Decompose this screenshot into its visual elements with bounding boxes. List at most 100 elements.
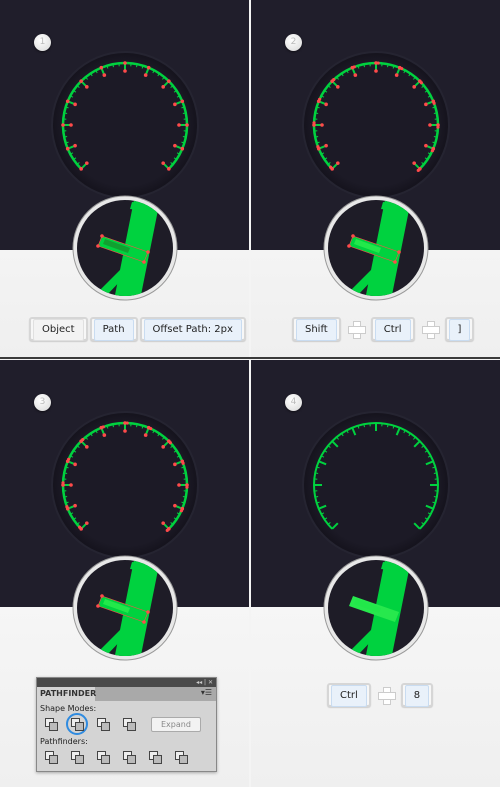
step-4-panel: 4 Ctrl 8 bbox=[251, 360, 500, 787]
minor-tick bbox=[112, 424, 114, 428]
step-badge: 4 bbox=[285, 394, 302, 411]
minor-tick bbox=[433, 112, 437, 114]
anchor-point bbox=[61, 123, 65, 127]
anchor-point bbox=[416, 168, 420, 172]
tab-pathfinder[interactable]: PATHFINDER bbox=[37, 687, 96, 701]
anchor-point bbox=[432, 101, 436, 105]
minor-tick bbox=[112, 64, 114, 68]
anchor-point bbox=[394, 73, 399, 77]
dial-disc bbox=[304, 53, 448, 197]
anchor-point bbox=[424, 102, 428, 107]
anchor-point bbox=[99, 65, 104, 70]
anchor-point bbox=[332, 78, 336, 82]
key-path: Path bbox=[89, 317, 138, 341]
anchor-point bbox=[78, 525, 82, 529]
minor-tick bbox=[64, 472, 68, 474]
shape-modes-label: Shape Modes: bbox=[40, 704, 97, 713]
minor-tick bbox=[315, 496, 319, 498]
minus-back-icon[interactable] bbox=[175, 751, 188, 764]
key-offset-path: Offset Path: 2px bbox=[139, 317, 246, 341]
anchor-point bbox=[73, 143, 77, 148]
anchor-point bbox=[73, 503, 77, 508]
minus-front-icon[interactable] bbox=[66, 713, 88, 735]
anchor-point bbox=[73, 462, 77, 467]
anchor-point bbox=[65, 99, 70, 104]
anchor-point bbox=[85, 521, 89, 525]
anchor-point bbox=[161, 521, 165, 525]
anchor-point bbox=[177, 123, 181, 127]
anchor-point bbox=[123, 61, 127, 65]
anchor-point bbox=[96, 244, 100, 248]
anchor-point bbox=[123, 429, 127, 433]
anchor-point bbox=[101, 425, 105, 429]
anchor-point bbox=[146, 250, 150, 254]
minor-tick bbox=[315, 472, 319, 474]
anchor-point bbox=[79, 167, 83, 171]
minor-tick bbox=[363, 424, 365, 428]
intersect-icon[interactable] bbox=[97, 718, 110, 731]
anchor-point bbox=[69, 123, 73, 127]
step-1-panel: 1 Object Path Offset Path: 2px bbox=[0, 0, 249, 357]
anchor-point bbox=[312, 121, 316, 125]
anchor-point bbox=[79, 79, 83, 83]
minor-tick bbox=[363, 64, 365, 68]
exclude-icon[interactable] bbox=[123, 718, 136, 731]
unite-icon[interactable] bbox=[45, 718, 58, 731]
anchor-point bbox=[428, 123, 432, 127]
minor-tick bbox=[136, 424, 138, 428]
panel-menu-icon[interactable]: ▾☰ bbox=[201, 688, 212, 697]
anchor-point bbox=[185, 485, 189, 489]
anchor-point bbox=[142, 620, 146, 624]
anchor-point bbox=[85, 445, 89, 449]
minor-tick bbox=[433, 496, 437, 498]
merge-icon[interactable] bbox=[97, 751, 110, 764]
anchor-point bbox=[81, 438, 85, 442]
anchor-point bbox=[419, 81, 423, 85]
dial-disc bbox=[53, 413, 197, 557]
minor-tick bbox=[433, 472, 437, 474]
divide-icon[interactable] bbox=[45, 751, 58, 764]
anchor-point bbox=[100, 234, 104, 238]
anchor-point bbox=[69, 483, 73, 487]
plus-icon bbox=[347, 320, 366, 339]
trim-icon[interactable] bbox=[71, 751, 84, 764]
anchor-point bbox=[65, 505, 69, 509]
anchor-point bbox=[66, 457, 71, 461]
anchor-point bbox=[336, 161, 340, 165]
minor-tick bbox=[64, 136, 68, 138]
minor-tick bbox=[182, 472, 186, 474]
anchor-point bbox=[185, 123, 189, 127]
anchor-point bbox=[165, 528, 169, 532]
minor-tick bbox=[315, 112, 319, 114]
anchor-point bbox=[65, 146, 70, 151]
anchor-point bbox=[125, 421, 129, 425]
anchor-point bbox=[336, 85, 340, 89]
anchor-point bbox=[167, 79, 171, 83]
anchor-point bbox=[100, 594, 104, 598]
anchor-point bbox=[436, 125, 440, 129]
anchor-point bbox=[352, 65, 356, 69]
key-object: Object bbox=[29, 317, 88, 341]
anchor-point bbox=[180, 146, 185, 151]
anchor-point bbox=[324, 143, 328, 148]
minor-tick bbox=[387, 424, 389, 428]
anchor-point bbox=[61, 481, 65, 485]
anchor-point bbox=[149, 426, 153, 431]
anchor-point bbox=[173, 143, 177, 148]
anchor-point bbox=[96, 604, 100, 608]
anchor-point bbox=[168, 441, 172, 445]
anchor-point bbox=[180, 99, 185, 104]
crop-icon[interactable] bbox=[123, 751, 136, 764]
anchor-point bbox=[143, 433, 148, 437]
outline-icon[interactable] bbox=[149, 751, 162, 764]
expand-button[interactable]: Expand bbox=[151, 716, 201, 732]
key-ctrl: Ctrl bbox=[327, 683, 371, 707]
anchor-point bbox=[324, 102, 328, 107]
minor-tick bbox=[64, 112, 68, 114]
anchor-point bbox=[167, 167, 171, 171]
panel-header-controls[interactable]: ◂◂ | ✕ bbox=[37, 678, 216, 687]
anchor-point bbox=[146, 65, 151, 70]
anchor-point bbox=[393, 260, 397, 264]
step-badge: 2 bbox=[285, 34, 302, 51]
minor-tick bbox=[64, 496, 68, 498]
